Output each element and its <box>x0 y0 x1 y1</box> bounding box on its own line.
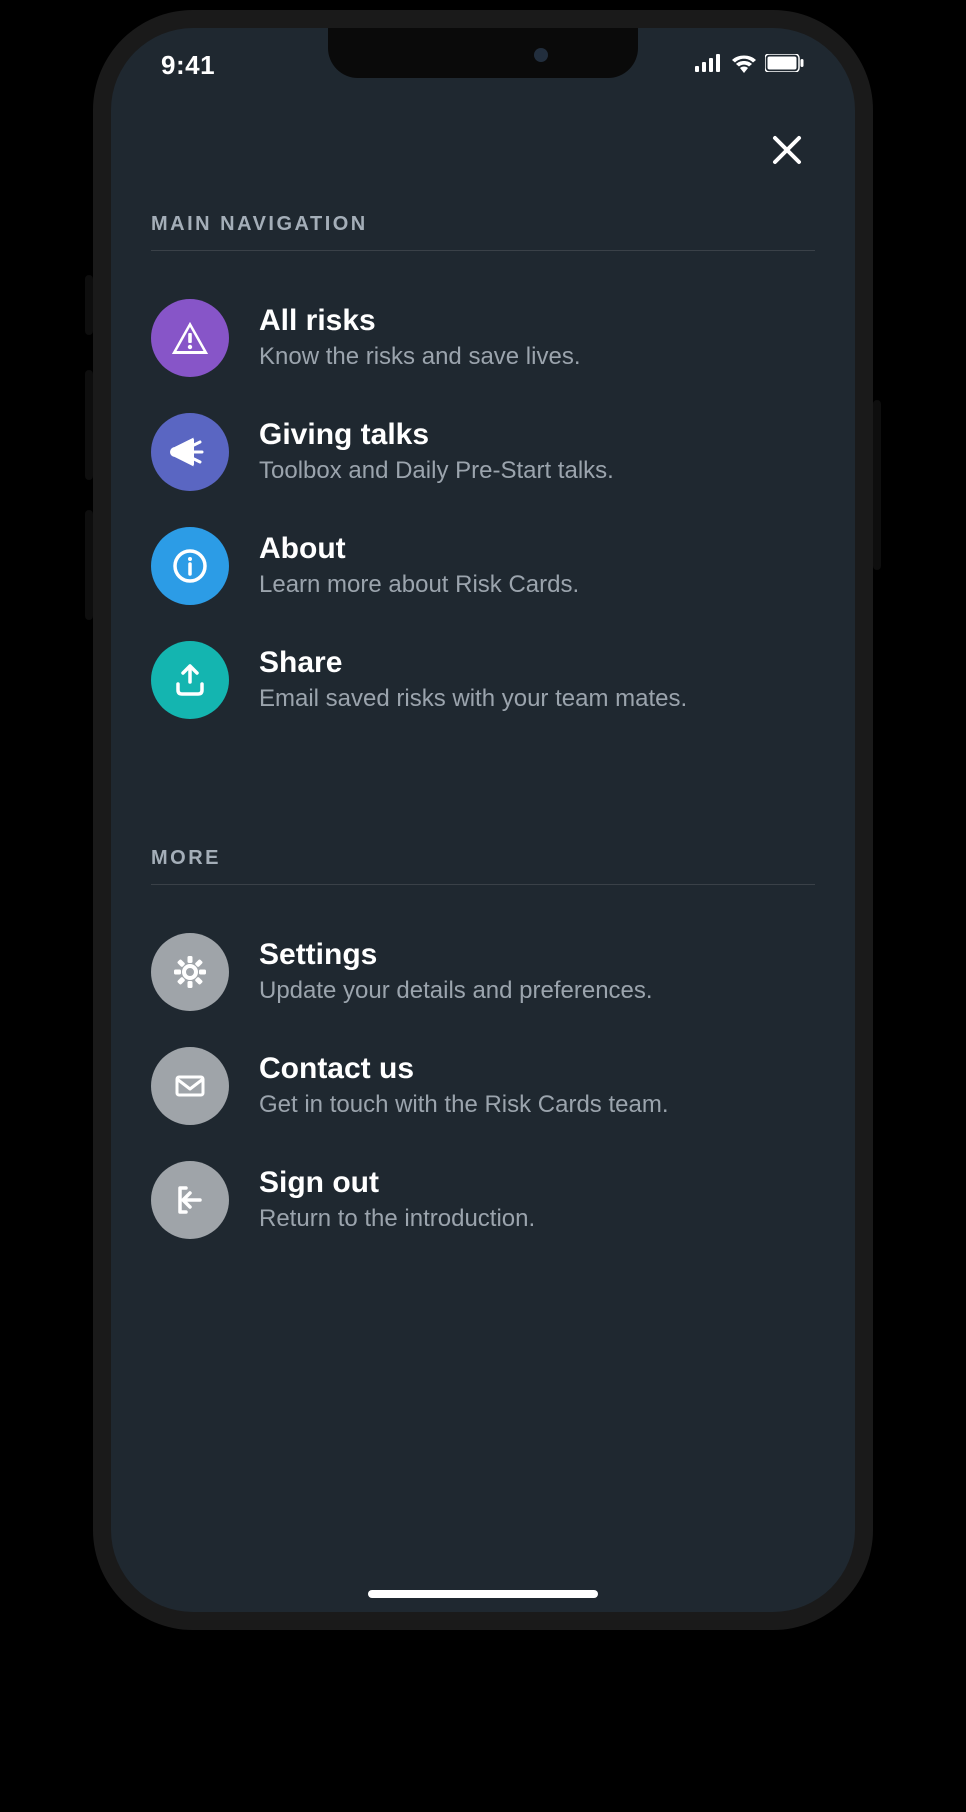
phone-volume-up <box>85 370 93 480</box>
nav-item-title: Settings <box>259 937 815 973</box>
section-header-more: MORE <box>151 827 815 885</box>
nav-item-all-risks[interactable]: All risks Know the risks and save lives. <box>151 281 815 395</box>
nav-item-title: Giving talks <box>259 417 815 453</box>
status-time: 9:41 <box>161 50 215 81</box>
battery-icon <box>765 54 805 77</box>
nav-item-text: Contact us Get in touch with the Risk Ca… <box>259 1051 815 1120</box>
info-icon <box>151 527 229 605</box>
main-nav-list: All risks Know the risks and save lives.… <box>151 251 815 737</box>
nav-item-subtitle: Toolbox and Daily Pre-Start talks. <box>259 455 815 486</box>
nav-item-contact-us[interactable]: Contact us Get in touch with the Risk Ca… <box>151 1029 815 1143</box>
nav-item-subtitle: Update your details and preferences. <box>259 975 815 1006</box>
section-header-main: MAIN NAVIGATION <box>151 193 815 251</box>
nav-item-title: Contact us <box>259 1051 815 1087</box>
nav-item-text: Share Email saved risks with your team m… <box>259 645 815 714</box>
wifi-icon <box>731 53 757 78</box>
nav-item-settings[interactable]: Settings Update your details and prefere… <box>151 915 815 1029</box>
warning-icon <box>151 299 229 377</box>
nav-item-text: Sign out Return to the introduction. <box>259 1165 815 1234</box>
nav-item-share[interactable]: Share Email saved risks with your team m… <box>151 623 815 737</box>
nav-item-subtitle: Return to the introduction. <box>259 1203 815 1234</box>
close-icon <box>769 155 805 172</box>
nav-item-giving-talks[interactable]: Giving talks Toolbox and Daily Pre-Start… <box>151 395 815 509</box>
home-indicator[interactable] <box>368 1590 598 1598</box>
nav-item-title: All risks <box>259 303 815 339</box>
nav-item-text: Settings Update your details and prefere… <box>259 937 815 1006</box>
close-button[interactable] <box>769 132 805 173</box>
share-icon <box>151 641 229 719</box>
nav-item-sign-out[interactable]: Sign out Return to the introduction. <box>151 1143 815 1257</box>
nav-item-subtitle: Know the risks and save lives. <box>259 341 815 372</box>
more-nav-list: Settings Update your details and prefere… <box>151 885 815 1257</box>
megaphone-icon <box>151 413 229 491</box>
nav-item-subtitle: Get in touch with the Risk Cards team. <box>259 1089 815 1120</box>
gear-icon <box>151 933 229 1011</box>
nav-item-text: About Learn more about Risk Cards. <box>259 531 815 600</box>
nav-item-title: About <box>259 531 815 567</box>
nav-item-text: Giving talks Toolbox and Daily Pre-Start… <box>259 417 815 486</box>
nav-item-subtitle: Learn more about Risk Cards. <box>259 569 815 600</box>
phone-volume-down <box>85 510 93 620</box>
phone-mute-switch <box>85 275 93 335</box>
phone-screen: 9:41 MAIN NAVI <box>111 28 855 1612</box>
nav-item-about[interactable]: About Learn more about Risk Cards. <box>151 509 815 623</box>
nav-item-title: Share <box>259 645 815 681</box>
cellular-icon <box>695 54 723 77</box>
phone-power-button <box>873 400 881 570</box>
phone-notch <box>328 28 638 78</box>
nav-item-subtitle: Email saved risks with your team mates. <box>259 683 815 714</box>
nav-item-title: Sign out <box>259 1165 815 1201</box>
sign-out-icon <box>151 1161 229 1239</box>
phone-frame: 9:41 MAIN NAVI <box>93 10 873 1630</box>
menu-content: MAIN NAVIGATION All risks Know the risks… <box>111 102 855 1612</box>
mail-icon <box>151 1047 229 1125</box>
status-indicators <box>695 53 805 78</box>
nav-item-text: All risks Know the risks and save lives. <box>259 303 815 372</box>
